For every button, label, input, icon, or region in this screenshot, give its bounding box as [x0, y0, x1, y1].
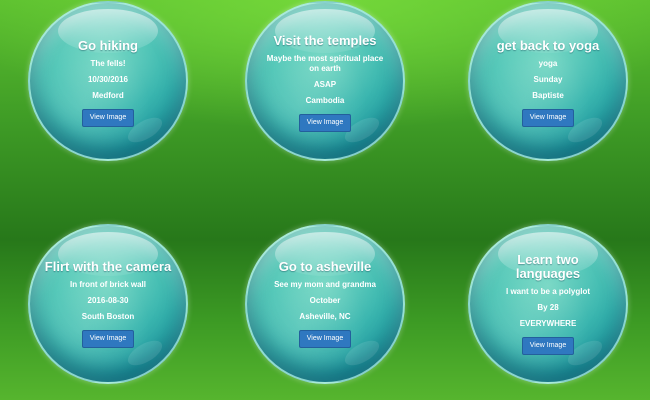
item-description: See my mom and grandma — [274, 280, 376, 289]
item-location: Medford — [92, 91, 124, 100]
item-location: Baptiste — [532, 91, 564, 100]
view-image-button[interactable]: View Image — [521, 337, 575, 355]
item-location: Asheville, NC — [299, 312, 351, 321]
card-content: Learn two languages I want to be a polyg… — [484, 226, 612, 382]
view-image-button[interactable]: View Image — [81, 330, 135, 348]
item-title: get back to yoga — [496, 38, 600, 53]
item-title: Learn two languages — [515, 252, 581, 281]
item-location: EVERYWHERE — [519, 319, 577, 328]
view-image-button[interactable]: View Image — [521, 109, 575, 127]
item-description: In front of brick wall — [69, 280, 146, 289]
view-image-button[interactable]: View Image — [298, 114, 352, 132]
card-content: Visit the temples Maybe the most spiritu… — [261, 7, 389, 159]
view-image-button[interactable]: View Image — [81, 109, 135, 127]
item-date: ASAP — [313, 80, 337, 89]
item-date: 10/30/2016 — [87, 75, 129, 84]
item-description: I want to be a polyglot — [506, 287, 590, 296]
item-title: Visit the temples — [273, 33, 377, 48]
bucket-item-card: get back to yoga yoga Sunday Baptiste Vi… — [468, 1, 628, 161]
item-date: 2016-08-30 — [87, 296, 129, 305]
item-date: Sunday — [533, 75, 563, 84]
card-content: get back to yoga yoga Sunday Baptiste Vi… — [484, 7, 612, 159]
item-description: yoga — [538, 59, 558, 68]
item-title: Go hiking — [78, 38, 138, 53]
bucket-item-card: Flirt with the camera In front of brick … — [28, 224, 188, 384]
item-date: By 28 — [537, 303, 559, 312]
item-description: The fells! — [90, 59, 126, 68]
bucket-item-card: Learn two languages I want to be a polyg… — [468, 224, 628, 384]
item-description: Maybe the most spiritual place on earth — [266, 54, 384, 73]
card-content: Go hiking The fells! 10/30/2016 Medford … — [44, 7, 172, 159]
bucket-item-card: Go hiking The fells! 10/30/2016 Medford … — [28, 1, 188, 161]
item-title: Go to asheville — [278, 259, 372, 274]
item-location: South Boston — [81, 312, 135, 321]
item-date: October — [309, 296, 341, 305]
item-location: Cambodia — [305, 96, 345, 105]
item-title: Flirt with the camera — [44, 259, 172, 274]
bucket-item-card: Go to asheville See my mom and grandma O… — [245, 224, 405, 384]
card-content: Flirt with the camera In front of brick … — [44, 226, 172, 382]
view-image-button[interactable]: View Image — [298, 330, 352, 348]
bucket-item-card: Visit the temples Maybe the most spiritu… — [245, 1, 405, 161]
bucket-list-board: Go hiking The fells! 10/30/2016 Medford … — [0, 0, 650, 400]
card-content: Go to asheville See my mom and grandma O… — [261, 226, 389, 382]
